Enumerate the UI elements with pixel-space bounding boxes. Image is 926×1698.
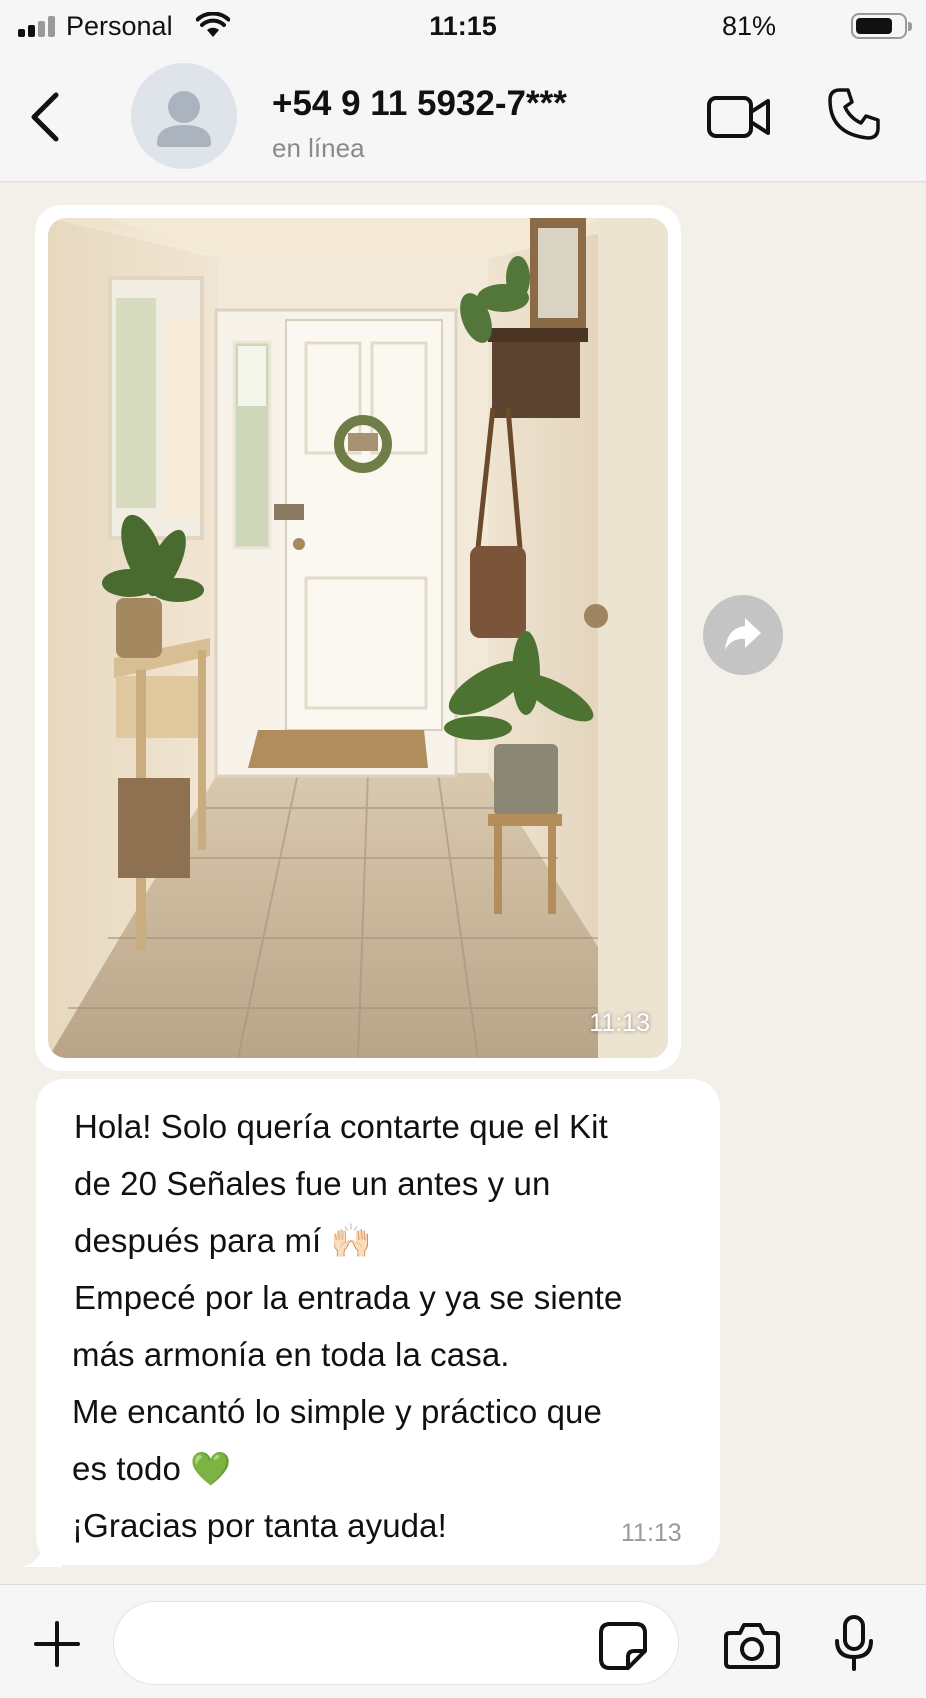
composer-bar xyxy=(0,1584,926,1698)
message-timestamp: 11:13 xyxy=(621,1519,682,1547)
message-line: Hola! Solo quería contarte que el Kit xyxy=(74,1108,608,1145)
back-icon[interactable] xyxy=(22,90,68,144)
battery-percentage: 81% xyxy=(721,11,776,41)
avatar-placeholder-icon xyxy=(157,91,211,147)
phone-icon[interactable] xyxy=(826,86,882,142)
status-bar: Personal 11:15 81% xyxy=(0,0,926,52)
bubble-tail xyxy=(22,1535,62,1567)
message-line: Empecé por la entrada y ya se siente xyxy=(74,1279,623,1316)
forward-arrow-icon xyxy=(725,618,761,650)
battery-fill xyxy=(856,18,892,34)
text-message[interactable] xyxy=(36,1079,720,1565)
forward-button[interactable] xyxy=(703,595,783,675)
chat-header: +54 9 11 5932-7*** en línea xyxy=(0,52,926,182)
chat-area: 11:13 Hola! Solo quería contarte que el … xyxy=(0,183,926,1584)
message-line: más armonía en toda la casa. xyxy=(72,1336,510,1373)
plus-icon[interactable] xyxy=(33,1620,81,1668)
message-line: ¡Gracias por tanta ayuda! xyxy=(72,1507,447,1544)
battery-icon xyxy=(851,13,912,39)
camera-icon[interactable] xyxy=(724,1621,780,1669)
hallway-image xyxy=(48,218,668,1058)
message-line: después para mí 🙌🏻 xyxy=(74,1222,372,1259)
message-line: Me encantó lo simple y práctico que xyxy=(72,1393,602,1430)
status-time: 11:15 xyxy=(429,11,497,41)
contact-status: en línea xyxy=(272,133,365,163)
image-timestamp: 11:13 xyxy=(589,1009,650,1037)
microphone-icon[interactable] xyxy=(834,1615,874,1671)
message-line: es todo 💚 xyxy=(72,1450,232,1487)
sticker-icon[interactable] xyxy=(598,1621,648,1671)
video-call-icon[interactable] xyxy=(706,92,772,142)
contact-name[interactable]: +54 9 11 5932-7*** xyxy=(272,84,567,124)
avatar[interactable] xyxy=(131,63,237,169)
message-line: de 20 Señales fue un antes y un xyxy=(74,1165,551,1202)
hallway-photo[interactable]: 11:13 xyxy=(48,218,668,1058)
image-message[interactable]: 11:13 xyxy=(35,205,681,1071)
message-input[interactable] xyxy=(113,1601,679,1685)
